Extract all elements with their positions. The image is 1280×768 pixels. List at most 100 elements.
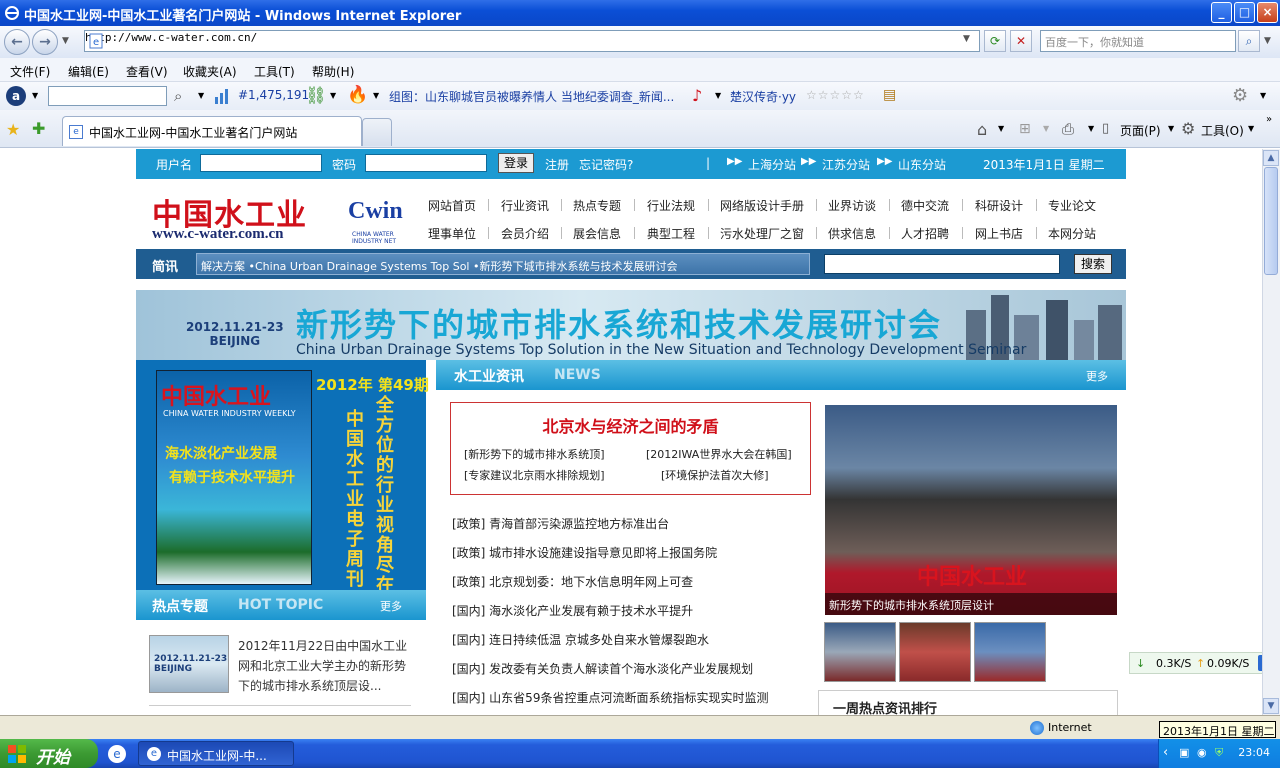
news-item[interactable]: [政策] 青海首部污染源监控地方标准出台	[452, 515, 669, 532]
nav-wastewater[interactable]: 污水处理厂之窗	[720, 225, 804, 242]
nav-design-manual[interactable]: 网络版设计手册	[720, 197, 804, 214]
taskbar-item-ie[interactable]: e 中国水工业网-中...	[138, 741, 294, 766]
feeds-icon[interactable]: ⊞	[1019, 121, 1031, 137]
nav-regulations[interactable]: 行业法规	[647, 197, 695, 214]
nav-bookstore[interactable]: 网上书店	[975, 225, 1023, 242]
settings-gear-icon[interactable]: ⚙	[1232, 85, 1248, 106]
magazine-cover-image[interactable]: 中国水工业 CHINA WATER INDUSTRY WEEKLY 海水淡化产业…	[156, 370, 312, 585]
search-options-icon[interactable]: ▼	[1264, 36, 1271, 46]
volume-icon[interactable]: ◉	[1197, 746, 1207, 759]
seminar-banner[interactable]: 2012.11.21-23 BEIJING 新形势下的城市排水系统和技术发展研讨…	[136, 290, 1126, 360]
print-icon[interactable]: ⎙	[1062, 120, 1074, 138]
nav-sino-german[interactable]: 德中交流	[901, 197, 949, 214]
window-title-bar[interactable]: 中国水工业网-中国水工业著名门户网站 - Windows Internet Ex…	[0, 0, 1280, 26]
nav-members[interactable]: 会员介绍	[501, 225, 549, 242]
address-url[interactable]: http://www.c-water.com.cn/	[85, 31, 979, 44]
menu-edit[interactable]: 编辑(E)	[68, 63, 109, 80]
photo-thumbnail[interactable]	[974, 622, 1046, 682]
download-speed-widget[interactable]: ↓ 0.3K/S ↑ 0.09K/S e	[1129, 652, 1262, 674]
network-icon[interactable]: ▣	[1179, 746, 1189, 759]
headline-link-4[interactable]: [环境保护法首次大修]	[661, 467, 769, 483]
quick-launch-ie-icon[interactable]: e	[108, 745, 126, 763]
menu-view[interactable]: 查看(V)	[126, 63, 168, 80]
music-icon[interactable]: ♪	[692, 86, 702, 105]
page-menu[interactable]: 页面(P)	[1120, 122, 1161, 139]
address-bar[interactable]: e http://www.c-water.com.cn/ ▼	[84, 30, 980, 52]
photo-caption[interactable]: 新形势下的城市排水系统顶层设计	[825, 593, 1117, 615]
hot-topic-text[interactable]: 2012年11月22日由中国水工业网和北京工业大学主办的新形势下的城市排水系统顶…	[238, 636, 413, 696]
nav-interviews[interactable]: 业界访谈	[828, 197, 876, 214]
scrollbar-thumb[interactable]	[1264, 167, 1278, 275]
nav-papers[interactable]: 专业论文	[1048, 197, 1096, 214]
hot-topic-more-link[interactable]: 更多	[380, 598, 402, 614]
menu-favorites[interactable]: 收藏夹(A)	[183, 63, 237, 80]
rating-stars-icon[interactable]: ☆☆☆☆☆	[806, 88, 865, 102]
news-more-link[interactable]: 更多	[1086, 368, 1108, 384]
nav-jobs[interactable]: 人才招聘	[901, 225, 949, 242]
traffic-rank[interactable]: #1,475,191	[238, 88, 309, 102]
new-tab-button[interactable]	[362, 118, 392, 146]
nav-research[interactable]: 科研设计	[975, 197, 1023, 214]
chevron-more-icon[interactable]: »	[1266, 114, 1272, 125]
search-input[interactable]: 百度一下，你就知道	[1040, 30, 1236, 52]
nav-branches[interactable]: 本网分站	[1048, 225, 1096, 242]
news-item[interactable]: [国内] 海水淡化产业发展有赖于技术水平提升	[452, 602, 693, 619]
menu-file[interactable]: 文件(F)	[10, 63, 50, 80]
menu-tools[interactable]: 工具(T)	[254, 63, 295, 80]
headline-link-2[interactable]: [2012IWA世界水大会在韩国]	[646, 446, 792, 462]
photo-thumbnail[interactable]	[824, 622, 896, 682]
tools-menu[interactable]: 工具(O)	[1201, 122, 1244, 139]
link-dropdown-icon[interactable]: ▼	[330, 91, 336, 100]
nav-exhibitions[interactable]: 展会信息	[573, 225, 621, 242]
close-button[interactable]: ×	[1257, 2, 1278, 23]
start-button[interactable]: 开始	[0, 739, 98, 768]
alexa-icon[interactable]: a	[6, 86, 26, 106]
photo-thumbnail[interactable]	[899, 622, 971, 682]
history-dropdown-icon[interactable]: ▼	[62, 36, 69, 46]
news-item[interactable]: [国内] 山东省59条省控重点河流断面系统指标实现实时监测	[452, 689, 768, 706]
news-item[interactable]: [政策] 北京规划委：地下水信息明年网上可查	[452, 573, 693, 590]
search-icon[interactable]: ⌕	[1238, 30, 1260, 52]
clock[interactable]: 23:04	[1238, 746, 1270, 759]
nav-home[interactable]: 网站首页	[428, 197, 476, 214]
scroll-down-arrow-icon[interactable]: ▼	[1263, 698, 1279, 714]
tray-expand-icon[interactable]: ‹	[1163, 745, 1168, 760]
headline-link-1[interactable]: [新形势下的城市排水系统顶]	[464, 446, 605, 462]
toolbar-news-link[interactable]: 组图：山东聊城官员被曝养情人 当地纪委调查_新闻...	[389, 88, 674, 105]
tools-menu-dropdown-icon[interactable]: ▼	[1248, 124, 1254, 133]
headline-link-3[interactable]: [专家建议北京雨水排除规划]	[464, 467, 605, 483]
site-search-button[interactable]: 搜索	[1074, 254, 1112, 274]
toolbar-search-dropdown-icon[interactable]: ▼	[198, 91, 204, 100]
home-icon[interactable]: ⌂	[977, 120, 987, 139]
feeds-dropdown-icon[interactable]: ▼	[1043, 124, 1049, 133]
toolbar-search-icon[interactable]: ⌕	[174, 87, 182, 105]
music-dropdown-icon[interactable]: ▼	[715, 91, 721, 100]
scroll-up-arrow-icon[interactable]: ▲	[1263, 150, 1279, 166]
news-item[interactable]: [政策] 城市排水设施建设指导意见即将上报国务院	[452, 544, 717, 561]
nav-council[interactable]: 理事单位	[428, 225, 476, 242]
maximize-button[interactable]: □	[1234, 2, 1255, 23]
nav-industry-news[interactable]: 行业资讯	[501, 197, 549, 214]
menu-help[interactable]: 帮助(H)	[312, 63, 354, 80]
add-favorites-icon[interactable]: ✚	[32, 119, 45, 138]
security-zone[interactable]: Internet	[1048, 721, 1092, 734]
home-dropdown-icon[interactable]: ▼	[998, 124, 1004, 133]
back-button[interactable]: ←	[4, 29, 30, 55]
featured-photo[interactable]: 中国水工业 新形势下的城市排水系统顶层设计	[825, 405, 1117, 615]
news-ticker[interactable]: 解决方案 •China Urban Drainage Systems Top S…	[196, 253, 810, 275]
forward-button[interactable]: →	[32, 29, 58, 55]
news-item[interactable]: [国内] 连日持续低温 京城多处自来水管爆裂跑水	[452, 631, 709, 648]
alexa-dropdown-icon[interactable]: ▼	[32, 91, 38, 100]
nav-hot-topics[interactable]: 热点专题	[573, 197, 621, 214]
notes-icon[interactable]: ▤	[883, 87, 896, 103]
hot-topic-image[interactable]: 2012.11.21-23 BEIJING	[149, 635, 229, 693]
print-dropdown-icon[interactable]: ▼	[1088, 124, 1094, 133]
security-shield-icon[interactable]: ⛨	[1215, 746, 1223, 760]
minimize-button[interactable]: _	[1211, 2, 1232, 23]
news-item[interactable]: [国内] 发改委有关负责人解读首个海水淡化产业发展规划	[452, 660, 753, 677]
settings-dropdown-icon[interactable]: ▼	[1260, 91, 1266, 100]
nav-supply-demand[interactable]: 供求信息	[828, 225, 876, 242]
toolbar-music-link[interactable]: 楚汉传奇·yy	[730, 88, 796, 105]
address-dropdown-icon[interactable]: ▼	[963, 34, 970, 44]
toolbar-search-input[interactable]	[48, 86, 167, 106]
